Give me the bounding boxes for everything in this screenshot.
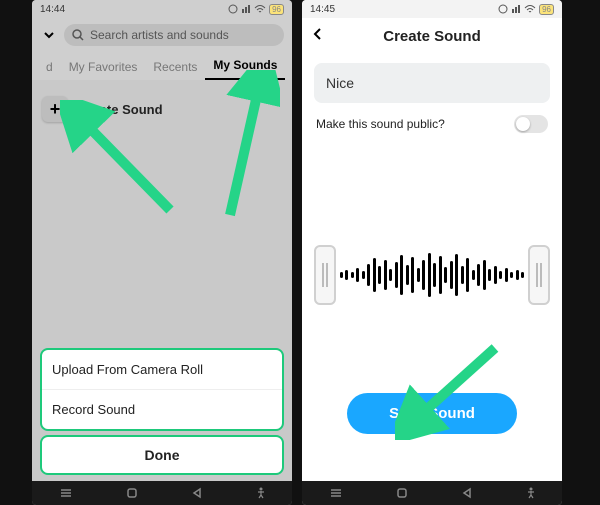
android-navbar [302,481,562,505]
public-toggle[interactable] [514,115,548,133]
sheet-upload-camera-roll[interactable]: Upload From Camera Roll [42,350,282,389]
battery-icon: 96 [269,4,284,15]
tab-my-favorites[interactable]: My Favorites [61,54,146,80]
sound-name-input[interactable]: Nice [314,63,550,103]
create-sound-label: Create Sound [78,102,163,117]
waveform-trimmer[interactable] [314,247,550,303]
android-navbar [32,481,292,505]
tab-my-sounds[interactable]: My Sounds [205,52,285,80]
status-time: 14:45 [310,4,335,15]
trim-handle-left[interactable] [314,245,336,305]
nav-back-icon[interactable] [191,487,203,499]
screenshot-right: 14:45 96 Create Sound Nice Make this sou… [302,0,562,505]
search-icon [72,29,84,41]
search-placeholder: Search artists and sounds [90,28,229,42]
nav-home-icon[interactable] [396,487,408,499]
save-sound-button[interactable]: Save Sound [347,393,517,434]
plus-icon[interactable]: + [42,96,68,122]
nav-recents-icon[interactable] [329,487,343,499]
page-title: Create Sound [383,28,481,45]
header: Create Sound [302,18,562,55]
sheet-record-sound[interactable]: Record Sound [42,389,282,429]
search-input[interactable]: Search artists and sounds [64,24,284,46]
nav-accessibility-icon[interactable] [526,487,536,499]
status-icons: 96 [228,4,284,15]
sound-list-body [32,126,292,348]
tab-partial[interactable]: d [38,54,61,80]
status-bar: 14:45 96 [302,0,562,18]
status-bar: 14:44 96 [32,0,292,18]
back-button[interactable] [310,26,326,47]
chevron-down-icon[interactable] [40,26,58,44]
waveform[interactable] [336,247,528,303]
search-row: Search artists and sounds [32,18,292,52]
public-toggle-row: Make this sound public? [316,115,548,133]
screenshot-left: 14:44 96 Search artists and sounds d My … [32,0,292,505]
nav-home-icon[interactable] [126,487,138,499]
nav-accessibility-icon[interactable] [256,487,266,499]
action-sheet: Upload From Camera Roll Record Sound Don… [32,348,292,481]
create-sound-row[interactable]: + Create Sound [42,92,282,126]
nav-back-icon[interactable] [461,487,473,499]
tab-recents[interactable]: Recents [145,54,205,80]
battery-icon: 96 [539,4,554,15]
public-toggle-label: Make this sound public? [316,117,445,131]
status-time: 14:44 [40,4,65,15]
status-icons: 96 [498,4,554,15]
sheet-done-button[interactable]: Done [40,435,284,475]
trim-handle-right[interactable] [528,245,550,305]
sound-tabs: d My Favorites Recents My Sounds [32,52,292,80]
nav-recents-icon[interactable] [59,487,73,499]
